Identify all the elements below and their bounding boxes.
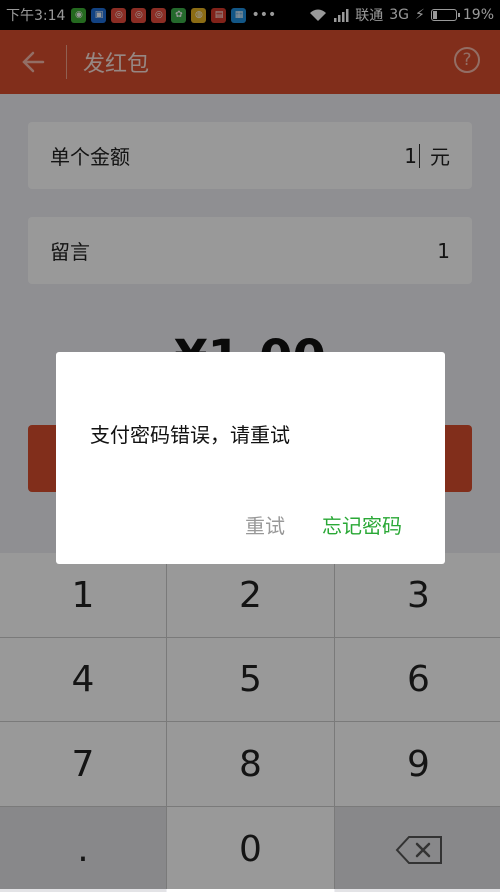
- dialog-message: 支付密码错误，请重试: [90, 423, 290, 447]
- forgot-password-button[interactable]: 忘记密码: [322, 510, 402, 539]
- error-dialog: 支付密码错误，请重试 重试 忘记密码: [56, 352, 445, 564]
- retry-button[interactable]: 重试: [245, 510, 285, 539]
